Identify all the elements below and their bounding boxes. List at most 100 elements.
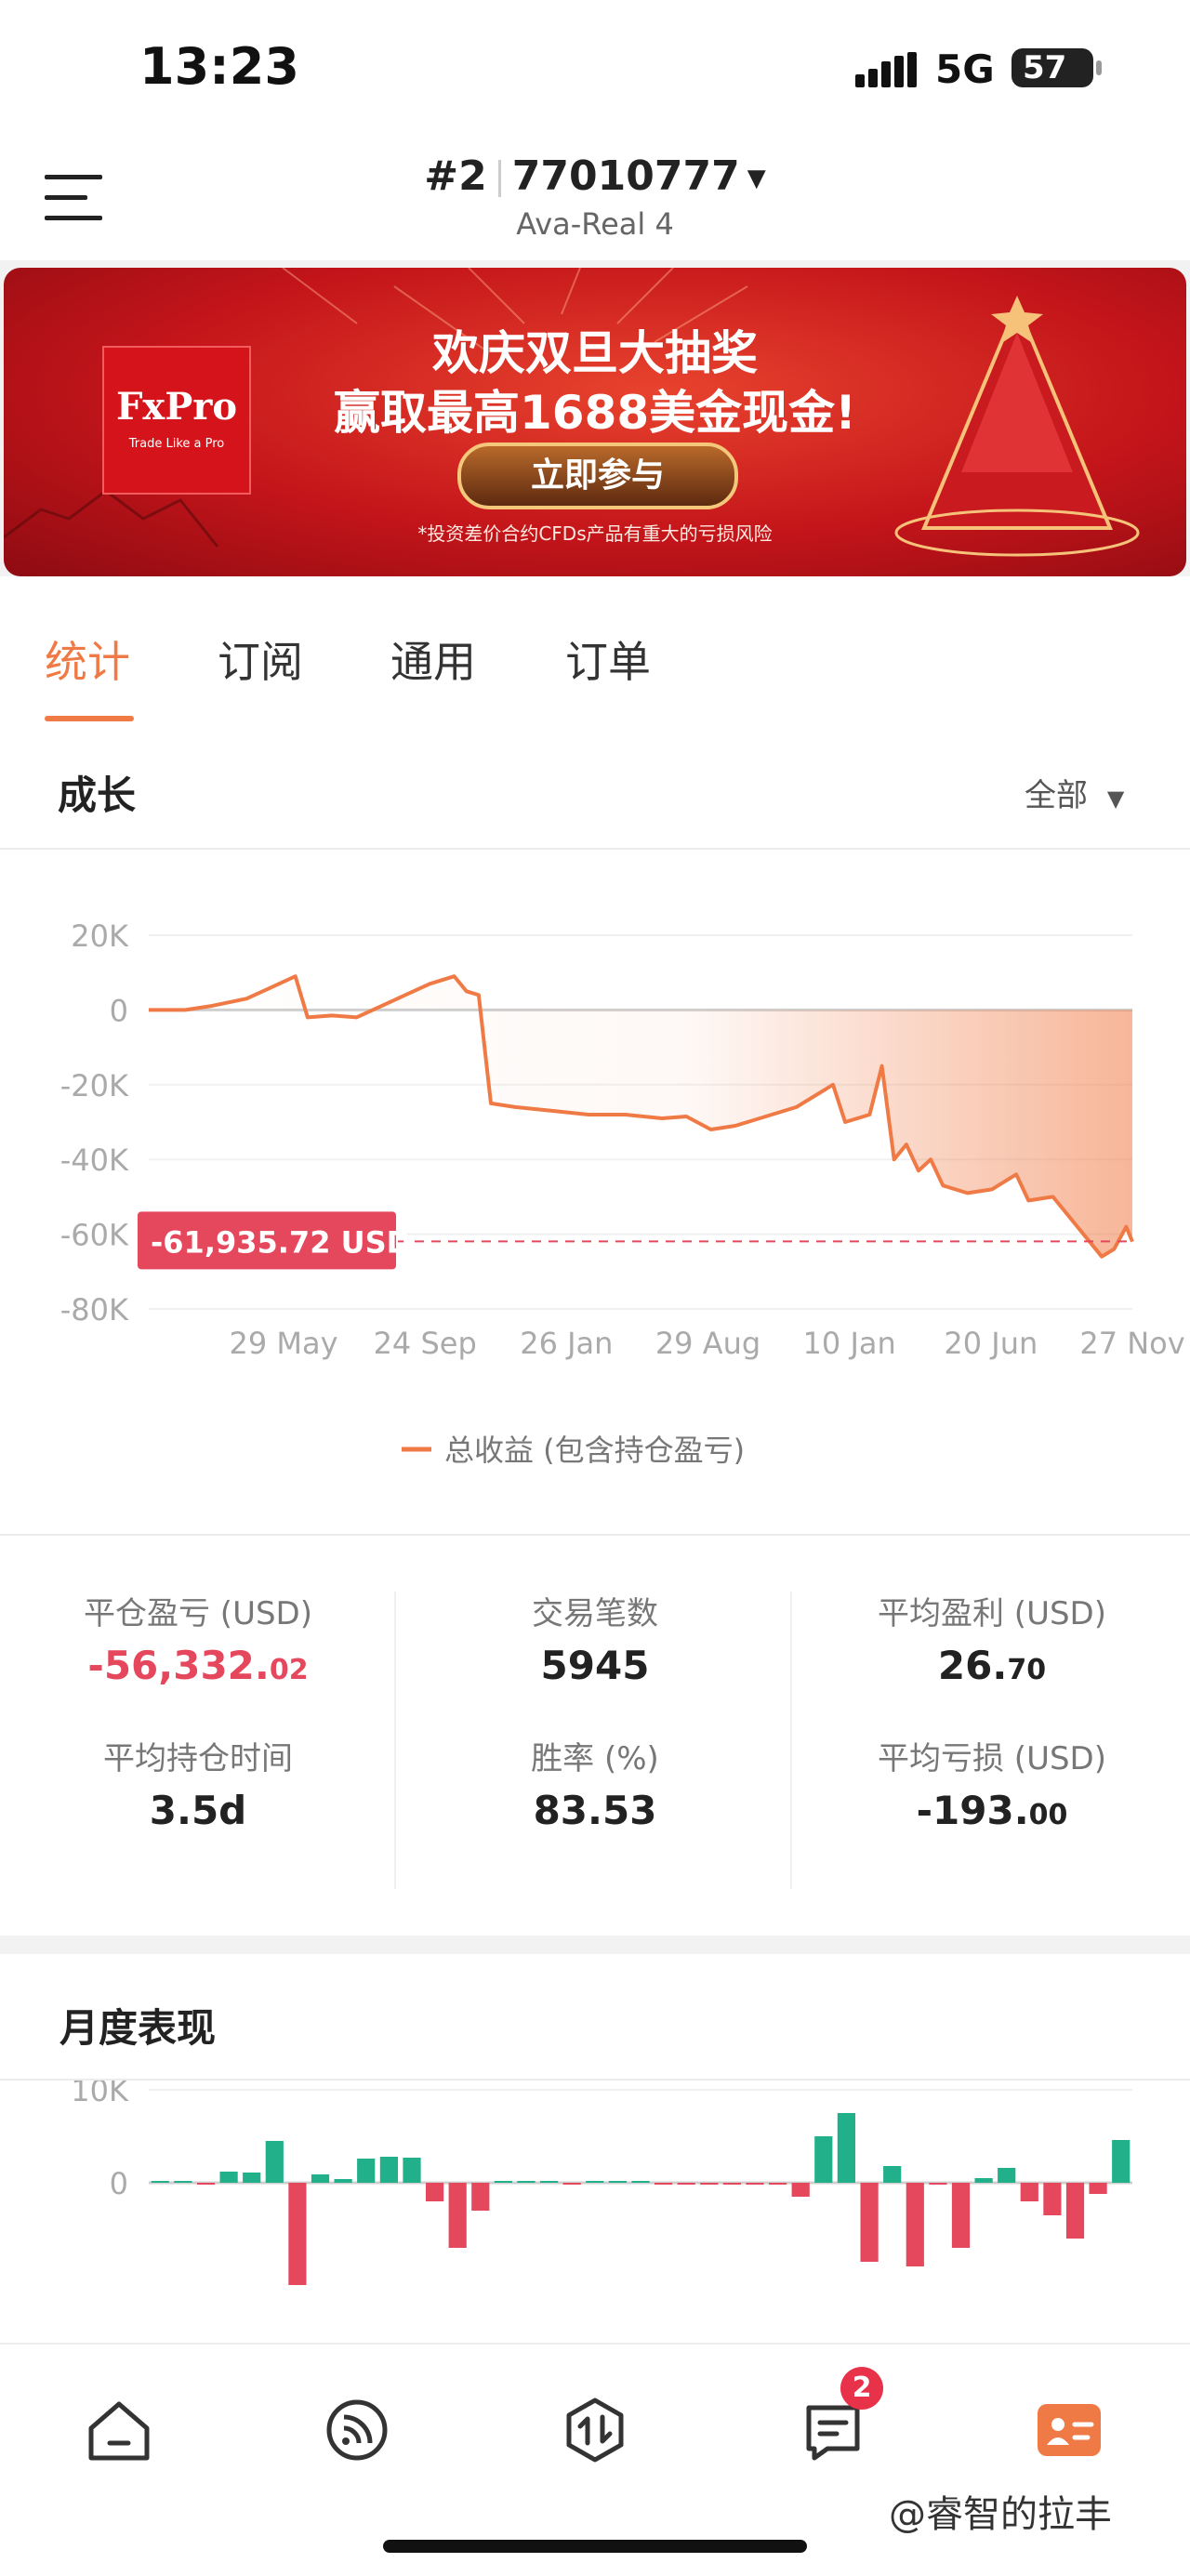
- join-now-button[interactable]: 立即参与: [457, 443, 738, 509]
- signal-icon: [855, 52, 917, 87]
- monthly-bar: [151, 2181, 169, 2183]
- monthly-bar: [357, 2159, 376, 2183]
- growth-title: 成长: [58, 773, 137, 818]
- battery-icon: 57: [1012, 48, 1102, 87]
- monthly-bar: [562, 2183, 581, 2185]
- monthly-bar: [631, 2181, 650, 2183]
- y-tick-label: -60K: [60, 1218, 129, 1253]
- stat-value: 83.53: [533, 1788, 657, 1833]
- tab-orders[interactable]: 订单: [565, 628, 651, 690]
- stat-value: 26.70: [937, 1643, 1047, 1688]
- x-tick-label: 29 Aug: [655, 1326, 760, 1361]
- monthly-bar: [677, 2183, 695, 2185]
- app-header: #2 77010777 ▼ Ava-Real 4: [0, 130, 1190, 260]
- monthly-bar: [837, 2113, 855, 2183]
- account-index: #2: [424, 152, 487, 200]
- stat-value: 3.5d: [149, 1788, 247, 1833]
- tab-general[interactable]: 通用: [390, 628, 476, 690]
- monthly-bar: [769, 2183, 787, 2185]
- stat-value: 5945: [540, 1643, 650, 1688]
- divider: [497, 160, 501, 197]
- trade-icon[interactable]: [556, 2391, 634, 2469]
- account-selector[interactable]: #2 77010777 ▼: [0, 152, 1190, 200]
- monthly-bar: [196, 2183, 216, 2185]
- x-tick-label: 20 Jun: [944, 1326, 1038, 1361]
- stat-label: 平均亏损 (USD): [878, 1740, 1106, 1777]
- stat-avg-loss: 平均亏损 (USD) -193.00: [794, 1733, 1190, 1833]
- monthly-bar: [746, 2183, 764, 2185]
- monthly-bar: [426, 2183, 444, 2201]
- growth-section-header: 成长 全部 ▼: [0, 725, 1190, 850]
- monthly-bar: [586, 2181, 604, 2183]
- monthly-bar: [654, 2183, 673, 2185]
- monthly-bar: [1043, 2183, 1062, 2215]
- stat-label: 平均盈利 (USD): [878, 1595, 1106, 1632]
- stat-value: -56,332.02: [87, 1643, 309, 1688]
- current-value-label: -61,935.72 USD: [151, 1224, 411, 1260]
- monthly-bar: [998, 2168, 1016, 2183]
- tab-bar: 统计 订阅 通用 订单: [0, 576, 1190, 727]
- status-bar: 13:23 5G 57: [0, 0, 1190, 130]
- caret-down-icon: ▼: [1106, 786, 1125, 812]
- monthly-title: 月度表现: [60, 2005, 217, 2051]
- y-tick-label: 20K: [71, 918, 129, 954]
- y-tick-label: 0: [110, 993, 128, 1028]
- monthly-performance-card: 月度表现 10K 0: [0, 1954, 1190, 2345]
- stat-label: 胜率 (%): [531, 1740, 659, 1777]
- monthly-bar: [540, 2181, 559, 2183]
- growth-chart: 20K 0 -20K -40K -60K -80K 29 May 24 Sep 26 Jan 2…: [60, 918, 1185, 1468]
- monthly-bar: [219, 2172, 238, 2183]
- monthly-bar: [883, 2166, 902, 2183]
- bottom-nav: 2 @睿智的拉丰: [0, 2343, 1190, 2576]
- feed-icon[interactable]: [318, 2391, 396, 2469]
- stat-label: 交易笔数: [532, 1595, 658, 1632]
- monthly-bar: [334, 2179, 352, 2183]
- stat-trade-count: 交易笔数 5945: [397, 1588, 793, 1688]
- monthly-bar: [906, 2183, 924, 2266]
- y-tick-label: 10K: [71, 2081, 129, 2108]
- account-server: Ava-Real 4: [516, 206, 674, 242]
- promo-banner[interactable]: FxPro Trade Like a Pro 欢庆双旦大抽奖 赢取最高1688美…: [4, 268, 1186, 576]
- x-tick-label: 24 Sep: [374, 1326, 477, 1361]
- tab-statistics[interactable]: 统计: [45, 628, 130, 690]
- y-tick-label: -80K: [60, 1292, 129, 1328]
- monthly-bar: [974, 2178, 993, 2183]
- monthly-bar: [379, 2157, 398, 2183]
- status-time: 13:23: [139, 37, 299, 96]
- christmas-tree-icon: [894, 296, 1140, 557]
- x-tick-label: 10 Jan: [803, 1326, 896, 1361]
- stat-value: -193.00: [916, 1788, 1068, 1833]
- y-tick-label: 0: [110, 2166, 128, 2201]
- x-tick-label: 26 Jan: [520, 1326, 613, 1361]
- tab-subscriptions[interactable]: 订阅: [218, 628, 303, 690]
- monthly-bar: [860, 2183, 879, 2262]
- profile-card-icon[interactable]: [1030, 2391, 1108, 2469]
- monthly-bar-chart: 10K 0: [71, 2081, 1132, 2285]
- y-tick-label: -40K: [60, 1143, 129, 1178]
- monthly-bar: [929, 2183, 947, 2185]
- monthly-bar: [494, 2181, 512, 2183]
- monthly-bar: [1020, 2183, 1038, 2201]
- monthly-bar: [1065, 2183, 1085, 2239]
- home-icon[interactable]: [80, 2391, 158, 2469]
- monthly-bar: [311, 2174, 330, 2183]
- monthly-bar: [722, 2183, 741, 2185]
- monthly-bar: [243, 2173, 261, 2183]
- watermark-text: @睿智的拉丰: [889, 2493, 1112, 2536]
- stat-label: 平仓盈亏 (USD): [84, 1595, 312, 1632]
- monthly-bar: [1112, 2140, 1130, 2183]
- network-type: 5G: [935, 46, 995, 92]
- monthly-bar: [517, 2181, 536, 2183]
- monthly-bar: [448, 2183, 467, 2248]
- stat-avg-profit: 平均盈利 (USD) 26.70: [794, 1588, 1190, 1688]
- monthly-bar: [814, 2136, 833, 2183]
- account-number: 77010777: [511, 152, 740, 200]
- monthly-bar: [951, 2183, 971, 2248]
- notification-badge: 2: [840, 2367, 883, 2410]
- growth-range-dropdown[interactable]: 全部 ▼: [1025, 770, 1124, 815]
- y-tick-label: -20K: [60, 1068, 129, 1103]
- growth-range-label: 全部: [1025, 777, 1088, 814]
- caret-down-icon: ▼: [747, 165, 766, 192]
- stat-label: 平均持仓时间: [103, 1740, 293, 1777]
- monthly-bar: [608, 2181, 627, 2183]
